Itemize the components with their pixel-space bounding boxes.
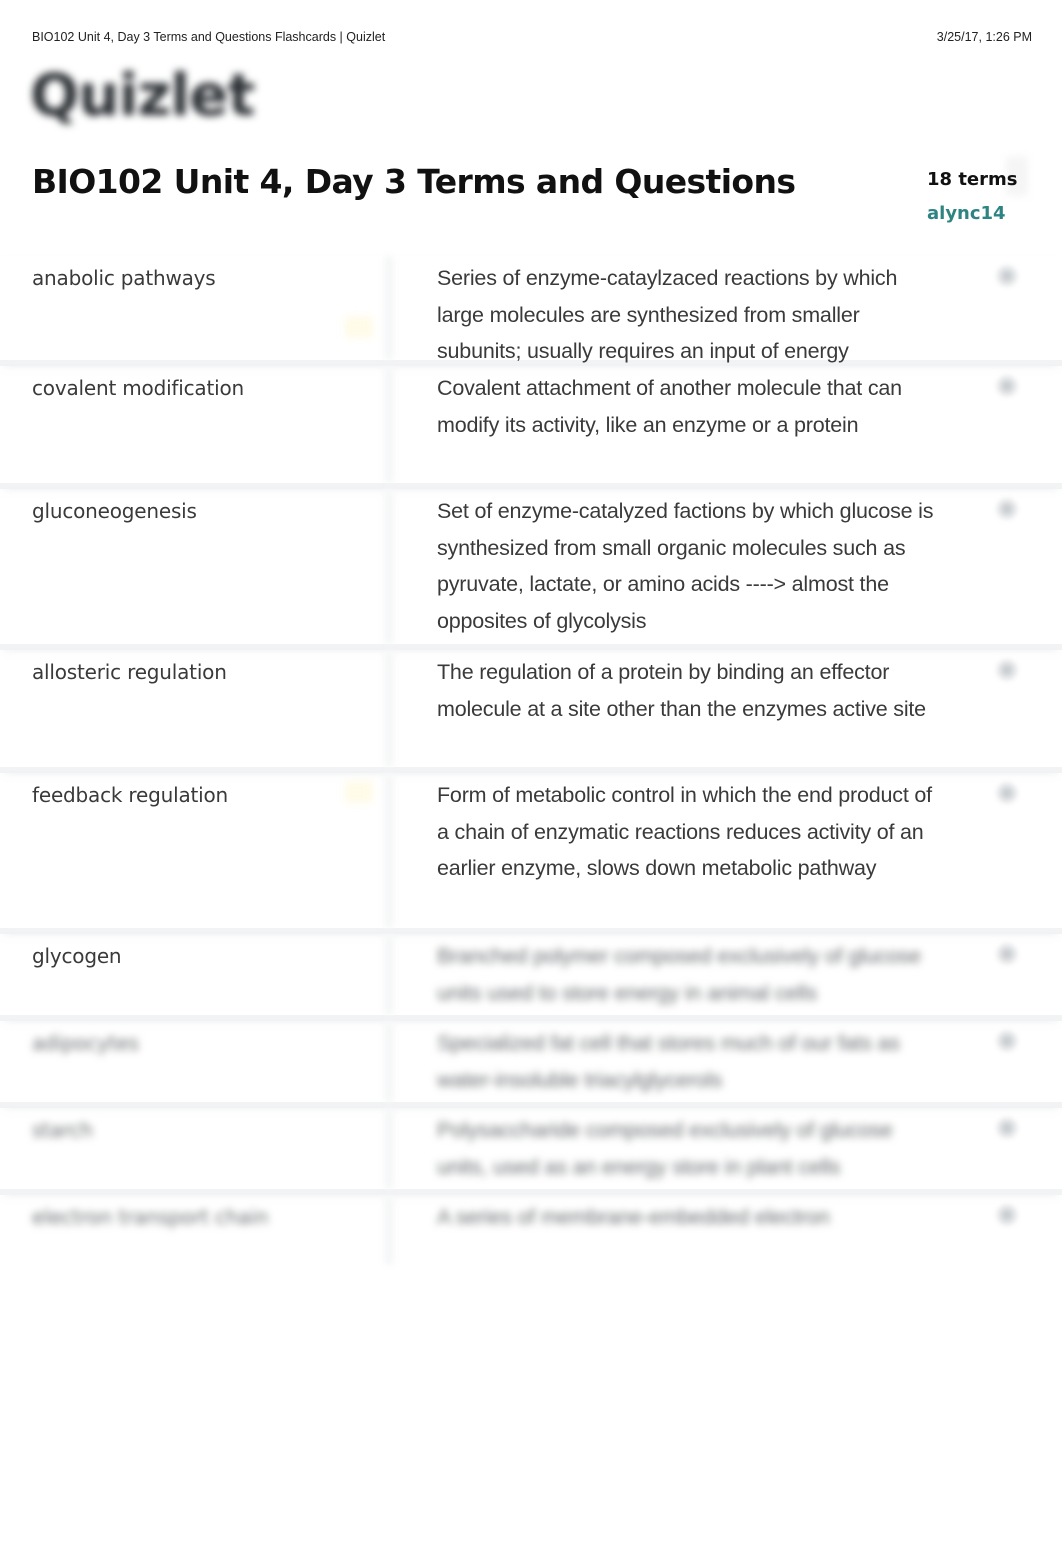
- term-word: adipocytes: [32, 1031, 139, 1055]
- column-divider: [384, 366, 394, 483]
- term-row: gluconeogenesis Set of enzyme-catalyzed …: [0, 489, 1062, 650]
- column-divider: [384, 1108, 394, 1189]
- star-icon[interactable]: [995, 781, 1019, 805]
- term-row: glycogen Branched polymer composed exclu…: [0, 934, 1062, 1021]
- column-divider: [384, 650, 394, 767]
- quizlet-logo[interactable]: Quizlet: [30, 66, 255, 124]
- term-row: adipocytes Specialized fat cell that sto…: [0, 1021, 1062, 1108]
- print-header-title: BIO102 Unit 4, Day 3 Terms and Questions…: [32, 30, 386, 44]
- star-icon[interactable]: [995, 658, 1019, 682]
- term-row: starch Polysaccharide composed exclusive…: [0, 1108, 1062, 1195]
- term-definition: Covalent attachment of another molecule …: [437, 376, 902, 437]
- term-definition: The regulation of a protein by binding a…: [437, 660, 926, 721]
- term-definition: Set of enzyme-catalyzed factions by whic…: [437, 499, 934, 633]
- print-header-date: 3/25/17, 1:26 PM: [936, 30, 1032, 44]
- star-icon[interactable]: [995, 1029, 1019, 1053]
- term-count: 18 terms: [927, 169, 1018, 190]
- column-divider: [384, 1195, 394, 1265]
- term-word: covalent modification: [32, 376, 244, 400]
- star-icon[interactable]: [995, 374, 1019, 398]
- term-definition: Series of enzyme-cataylzaced reactions b…: [437, 266, 898, 363]
- column-divider: [384, 489, 394, 644]
- term-definition: Polysaccharide composed exclusively of g…: [437, 1118, 893, 1179]
- term-definition: Form of metabolic control in which the e…: [437, 783, 932, 880]
- term-word: glycogen: [32, 944, 122, 968]
- term-definition: Branched polymer composed exclusively of…: [437, 944, 921, 1005]
- column-divider: [384, 773, 394, 928]
- star-icon[interactable]: [995, 497, 1019, 521]
- term-word: feedback regulation: [32, 783, 229, 807]
- star-icon[interactable]: [995, 264, 1019, 288]
- term-word: allosteric regulation: [32, 660, 227, 684]
- star-icon[interactable]: [995, 1116, 1019, 1140]
- highlight-glow: [345, 316, 373, 338]
- term-word: starch: [32, 1118, 93, 1142]
- set-meta: 18 terms alync14: [927, 168, 1017, 226]
- term-definition: Specialized fat cell that stores much of…: [437, 1031, 900, 1092]
- star-icon[interactable]: [995, 942, 1019, 966]
- term-word: anabolic pathways: [32, 266, 216, 290]
- term-row: anabolic pathways Series of enzyme-catay…: [0, 256, 1062, 366]
- term-definition: A series of membrane-embedded electron: [437, 1205, 830, 1229]
- set-title: BIO102 Unit 4, Day 3 Terms and Questions: [32, 162, 796, 201]
- print-header: BIO102 Unit 4, Day 3 Terms and Questions…: [32, 30, 1032, 46]
- terms-list: anabolic pathways Series of enzyme-catay…: [0, 256, 1062, 1265]
- author-link[interactable]: alync14: [927, 202, 1006, 226]
- column-divider: [384, 1021, 394, 1102]
- term-row: allosteric regulation The regulation of …: [0, 650, 1062, 773]
- term-word: electron transport chain: [32, 1205, 269, 1229]
- star-icon[interactable]: [995, 1203, 1019, 1227]
- column-divider: [384, 256, 394, 360]
- column-divider: [384, 934, 394, 1015]
- term-row: feedback regulation Form of metabolic co…: [0, 773, 1062, 934]
- term-row: electron transport chain A series of mem…: [0, 1195, 1062, 1265]
- term-word: gluconeogenesis: [32, 499, 197, 523]
- term-row: covalent modification Covalent attachmen…: [0, 366, 1062, 489]
